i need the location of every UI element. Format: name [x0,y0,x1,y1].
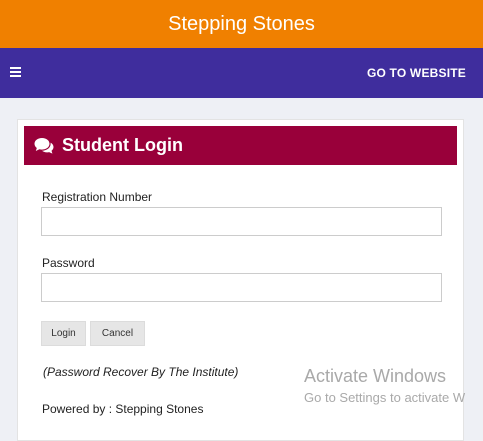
password-input[interactable] [41,273,442,302]
card-title: Student Login [62,135,183,155]
powered-by-name: Stepping Stones [115,402,204,416]
registration-number-input[interactable] [41,207,442,236]
navigation-bar: GO TO WEBSITE [0,48,483,98]
powered-by-text: Powered by : Stepping Stones [42,402,203,416]
go-to-website-link[interactable]: GO TO WEBSITE [367,66,466,80]
card-header: Student Login [24,126,457,165]
password-label: Password [42,256,95,270]
site-title: Stepping Stones [168,12,315,35]
top-header-bar: Stepping Stones [0,0,483,48]
powered-by-prefix: Powered by : [42,402,116,416]
hamburger-menu-icon[interactable] [10,65,22,79]
registration-number-label: Registration Number [42,190,153,204]
cancel-button[interactable]: Cancel [90,321,145,346]
student-login-card: Student Login Registration Number Passwo… [17,119,464,441]
comments-icon [34,137,54,154]
password-recover-note: (Password Recover By The Institute) [43,365,239,379]
login-button[interactable]: Login [41,321,86,346]
